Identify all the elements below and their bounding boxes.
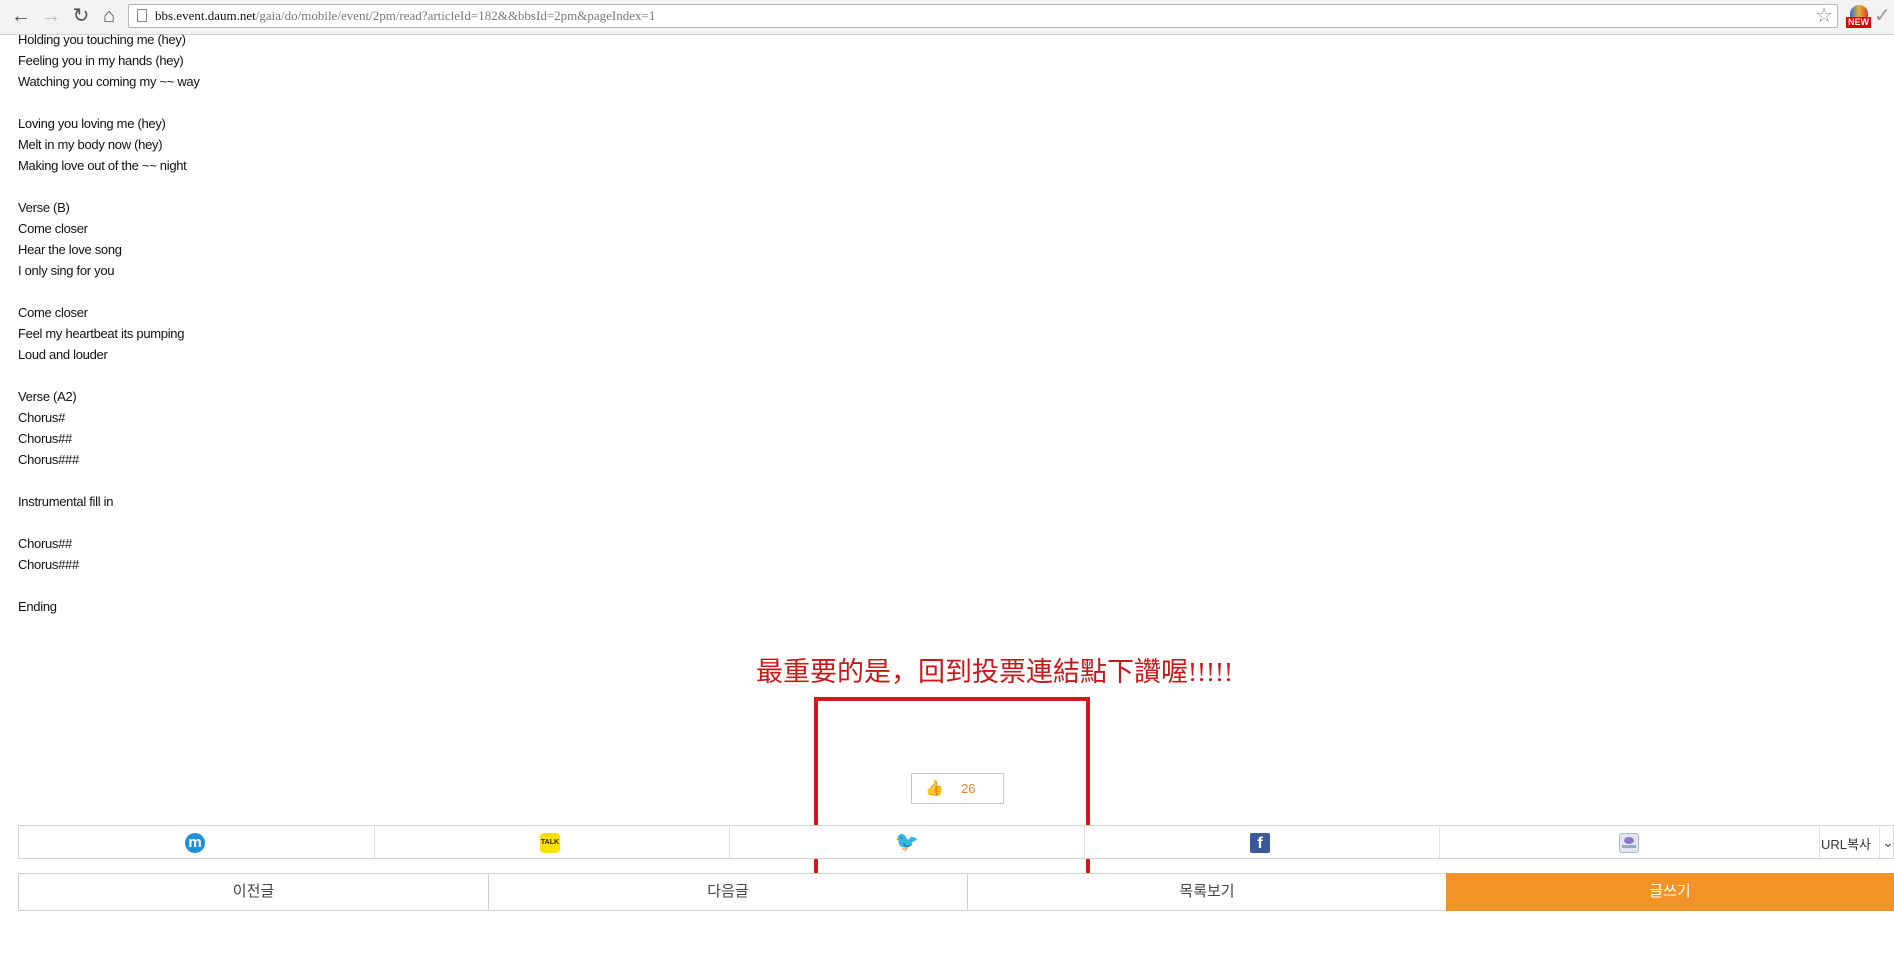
lyric-blank-line — [18, 281, 618, 302]
lyric-line: Watching you coming my ~~ way — [18, 74, 200, 89]
lyric-blank-line — [18, 92, 618, 113]
home-icon[interactable]: ⌂ — [98, 4, 120, 28]
share-kakaotalk[interactable]: TALK — [374, 826, 730, 858]
article-lyrics: Holding you touching me (hey) Feeling you… — [18, 29, 618, 617]
lyric-line: Chorus### — [18, 557, 79, 572]
share-mail[interactable] — [1439, 826, 1820, 858]
url-text[interactable]: bbs.event.daum.net/gaia/do/mobile/event/… — [155, 8, 655, 24]
lyric-line: Ending — [18, 599, 57, 614]
url-copy-button[interactable]: URL복사 — [1821, 834, 1871, 853]
lyric-line: Chorus## — [18, 431, 72, 446]
lyric-line: Come closer — [18, 221, 88, 236]
kakaotalk-icon: TALK — [540, 833, 560, 853]
lyric-line: Feeling you in my hands (hey) — [18, 53, 184, 68]
lyric-blank-line — [18, 176, 618, 197]
like-count: 26 — [961, 781, 976, 796]
lyric-line: Verse (B) — [18, 200, 70, 215]
lyric-line: Come closer — [18, 305, 88, 320]
facebook-icon: f — [1250, 833, 1270, 853]
check-icon[interactable]: ✓ — [1874, 4, 1891, 28]
extension-icon[interactable]: NEW — [1846, 5, 1872, 29]
like-button[interactable]: 👍 26 — [911, 773, 1004, 804]
prev-post-button[interactable]: 이전글 — [18, 873, 489, 911]
lyric-line: Loving you loving me (hey) — [18, 116, 166, 131]
reload-icon[interactable]: ↻ — [70, 4, 92, 28]
lyric-line: Holding you touching me (hey) — [18, 32, 186, 47]
write-post-button[interactable]: 글쓰기 — [1446, 873, 1894, 911]
lyric-line: Making love out of the ~~ night — [18, 158, 187, 173]
lyric-blank-line — [18, 470, 618, 491]
lyric-blank-line — [18, 575, 618, 596]
back-arrow-icon[interactable]: ← — [10, 4, 32, 28]
lyric-line: Instrumental fill in — [18, 494, 114, 509]
twitter-icon: 🐦 — [895, 832, 919, 853]
next-post-button[interactable]: 다음글 — [488, 873, 968, 911]
mypeople-icon: m — [185, 833, 205, 853]
share-mypeople[interactable]: m — [19, 826, 375, 858]
lyric-line: I only sing for you — [18, 263, 115, 278]
lyric-blank-line — [18, 365, 618, 386]
lyric-line: Feel my heartbeat its pumping — [18, 326, 185, 341]
mail-icon — [1619, 833, 1639, 853]
share-twitter[interactable]: 🐦 — [729, 826, 1085, 858]
lyric-line: Chorus### — [18, 452, 79, 467]
article-nav-bar: 이전글 다음글 목록보기 글쓰기 — [18, 873, 1894, 911]
chevron-down-icon[interactable]: ⌄ — [1879, 826, 1894, 858]
lyric-line: Hear the love song — [18, 242, 122, 257]
annotation-text: 最重要的是，回到投票連結點下讚喔!!!!! — [756, 657, 1233, 687]
lyric-blank-line — [18, 512, 618, 533]
lyric-line: Chorus# — [18, 410, 66, 425]
share-bar: m TALK 🐦 f URL복사 ⌄ — [18, 825, 1894, 859]
lyric-line: Loud and louder — [18, 347, 108, 362]
share-facebook[interactable]: f — [1084, 826, 1440, 858]
address-bar[interactable]: bbs.event.daum.net/gaia/do/mobile/event/… — [128, 4, 1838, 28]
lyric-line: Chorus## — [18, 536, 72, 551]
lyric-line: Verse (A2) — [18, 389, 77, 404]
page-icon — [137, 9, 147, 22]
lyric-line: Melt in my body now (hey) — [18, 137, 163, 152]
list-view-button[interactable]: 목록보기 — [967, 873, 1447, 911]
bookmark-star-icon[interactable]: ☆ — [1815, 5, 1833, 27]
forward-arrow-icon[interactable]: → — [40, 4, 62, 28]
thumbs-up-icon: 👍 — [925, 780, 944, 797]
new-badge: NEW — [1846, 17, 1871, 28]
